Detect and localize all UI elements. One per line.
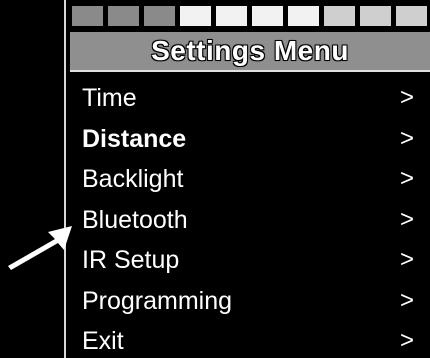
chevron-right-icon: >: [399, 246, 414, 273]
menu-item-distance[interactable]: Distance >: [66, 119, 430, 160]
menu-item-time[interactable]: Time >: [66, 78, 430, 119]
status-segment: [288, 6, 319, 26]
status-segment: [252, 6, 283, 26]
status-segment: [324, 6, 355, 26]
settings-menu-list: Time > Distance > Backlight > Bluetooth …: [66, 78, 430, 358]
menu-item-label: Distance: [82, 124, 187, 153]
menu-item-programming[interactable]: Programming >: [66, 281, 430, 322]
status-segment: [216, 6, 247, 26]
menu-item-bluetooth[interactable]: Bluetooth >: [66, 200, 430, 241]
chevron-right-icon: >: [399, 84, 414, 111]
status-segment: [72, 6, 103, 26]
status-segment: [108, 6, 139, 26]
menu-item-ir-setup[interactable]: IR Setup >: [66, 240, 430, 281]
menu-item-label: IR Setup: [82, 246, 180, 274]
status-segment: [180, 6, 211, 26]
chevron-right-icon: >: [399, 165, 414, 192]
menu-title-bar: Settings Menu: [70, 32, 430, 70]
chevron-right-icon: >: [399, 286, 414, 314]
status-segment: [396, 6, 427, 26]
menu-item-label: Exit: [82, 327, 124, 355]
chevron-right-icon: >: [399, 327, 414, 354]
status-segment: [144, 6, 175, 26]
status-segment-bar: [72, 6, 427, 26]
chevron-right-icon: >: [399, 205, 414, 233]
title-divider: [70, 70, 430, 72]
menu-item-backlight[interactable]: Backlight >: [66, 159, 430, 200]
status-segment: [360, 6, 391, 26]
settings-screen: Settings Menu Time > Distance > Backligh…: [64, 0, 430, 358]
page-title: Settings Menu: [151, 35, 349, 66]
menu-item-exit[interactable]: Exit >: [66, 321, 430, 358]
menu-item-label: Backlight: [82, 165, 184, 193]
chevron-right-icon: >: [399, 124, 414, 152]
menu-item-label: Time: [82, 84, 137, 112]
menu-item-label: Bluetooth: [82, 205, 188, 234]
menu-item-label: Programming: [82, 286, 233, 315]
arrow-pointer-icon: [8, 226, 72, 270]
